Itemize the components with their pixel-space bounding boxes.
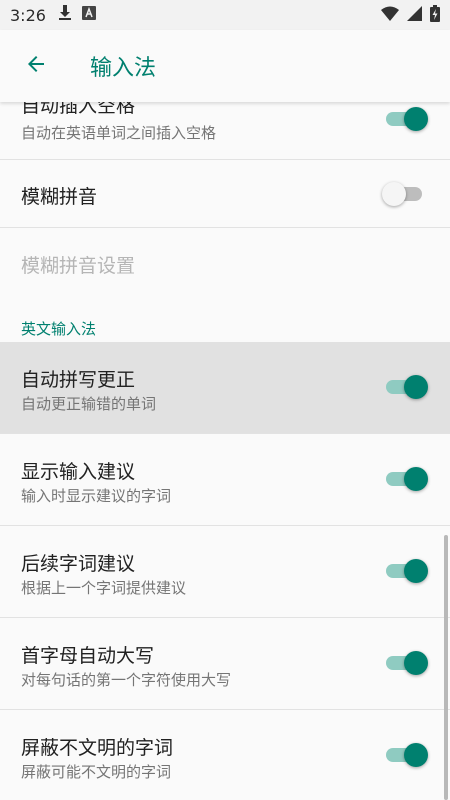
pref-summary: 输入时显示建议的字词 <box>21 487 172 505</box>
pref-title: 模糊拼音 <box>21 186 98 208</box>
pref-fuzzy-pinyin-settings: 模糊拼音设置 <box>0 228 450 298</box>
pref-auto-correct[interactable]: 自动拼写更正 自动更正输错的单词 <box>0 342 450 434</box>
pref-summary: 自动在英语单词之间插入空格 <box>21 124 217 142</box>
battery-charging-icon <box>430 4 440 26</box>
pref-auto-cap[interactable]: 首字母自动大写 对每句话的第一个字符使用大写 <box>0 618 450 710</box>
page-title: 输入法 <box>90 56 157 81</box>
pref-summary: 对每句话的第一个字符使用大写 <box>21 671 232 689</box>
preference-list: 自动插入空格 自动在英语单词之间插入空格 模糊拼音 模糊拼音设置 英文输入法 自… <box>0 102 450 800</box>
auto-cap-switch[interactable] <box>384 649 428 677</box>
pref-fuzzy-pinyin[interactable]: 模糊拼音 <box>0 160 450 228</box>
pref-summary: 根据上一个字词提供建议 <box>21 579 187 597</box>
pref-next-word[interactable]: 后续字词建议 根据上一个字词提供建议 <box>0 526 450 618</box>
show-suggestions-switch[interactable] <box>384 465 428 493</box>
pref-title: 模糊拼音设置 <box>21 255 136 277</box>
pref-summary: 屏蔽可能不文明的字词 <box>21 763 172 781</box>
pref-block-offensive[interactable]: 屏蔽不文明的字词 屏蔽可能不文明的字词 <box>0 710 450 800</box>
section-header-english: 英文输入法 <box>21 320 97 338</box>
signal-icon <box>407 5 422 25</box>
font-a-icon <box>81 6 96 24</box>
app-bar: 输入法 <box>0 30 450 102</box>
auto-space-switch[interactable] <box>384 105 428 133</box>
next-word-switch[interactable] <box>384 557 428 585</box>
fuzzy-pinyin-switch[interactable] <box>382 180 426 208</box>
scrollbar[interactable] <box>444 535 448 800</box>
pref-title: 显示输入建议 <box>21 461 136 483</box>
wifi-icon <box>381 6 399 25</box>
download-icon <box>58 5 72 25</box>
pref-title: 后续字词建议 <box>21 553 136 575</box>
pref-auto-space[interactable]: 自动插入空格 自动在英语单词之间插入空格 <box>0 102 450 160</box>
pref-show-suggestions[interactable]: 显示输入建议 输入时显示建议的字词 <box>0 434 450 526</box>
status-time: 3:26 <box>10 5 46 25</box>
auto-correct-switch[interactable] <box>384 373 428 401</box>
pref-title: 自动拼写更正 <box>21 369 136 391</box>
pref-title: 屏蔽不文明的字词 <box>21 737 174 759</box>
back-button[interactable] <box>22 52 50 80</box>
arrow-back-icon <box>24 52 48 80</box>
pref-title: 自动插入空格 <box>21 102 136 117</box>
pref-title: 首字母自动大写 <box>21 645 155 667</box>
status-bar: 3:26 <box>0 0 450 30</box>
pref-summary: 自动更正输错的单词 <box>21 395 157 413</box>
block-offensive-switch[interactable] <box>384 741 428 769</box>
